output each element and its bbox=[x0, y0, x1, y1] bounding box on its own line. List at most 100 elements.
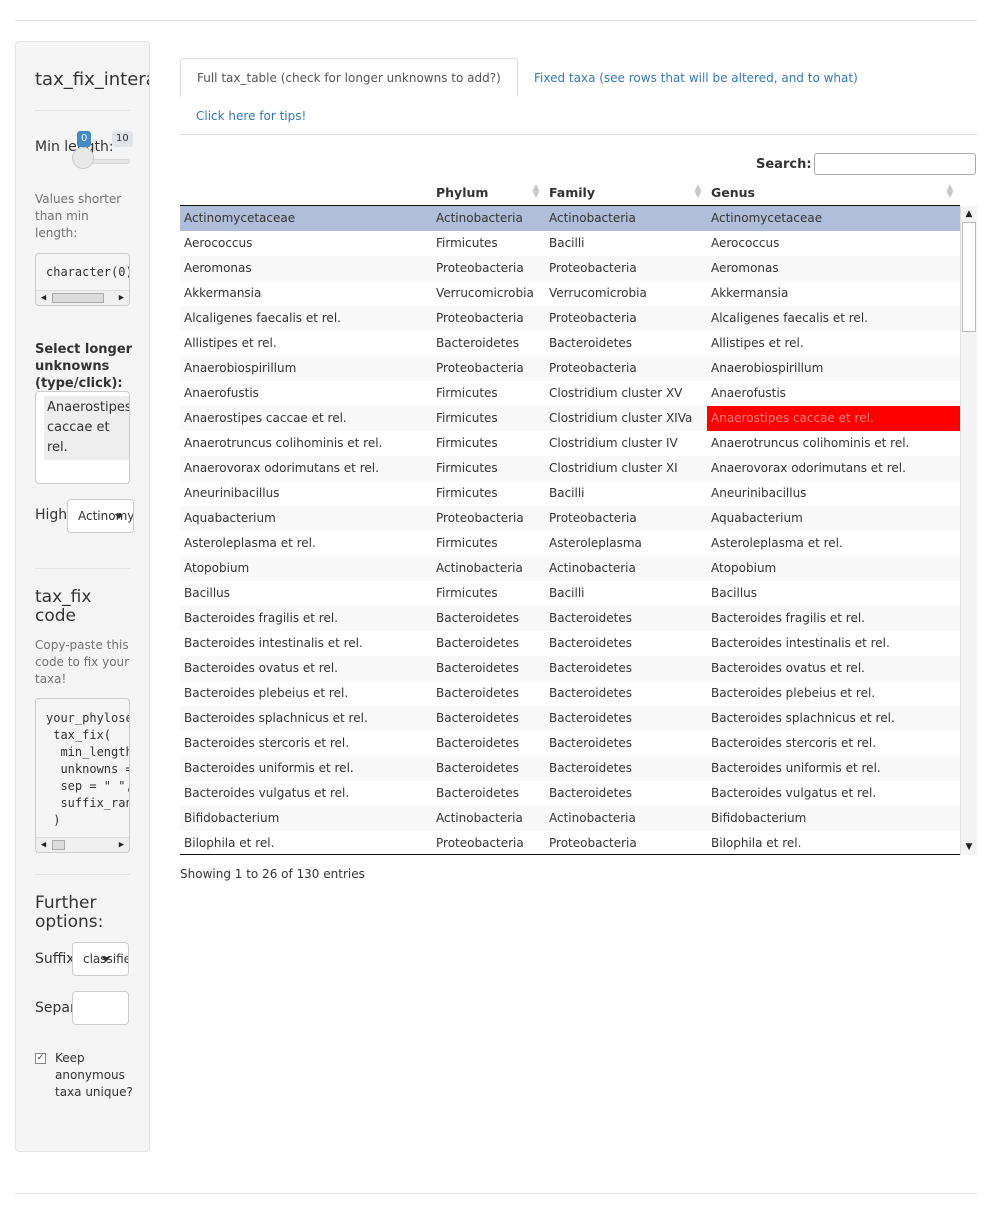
scroll-down-icon[interactable]: ▼ bbox=[961, 839, 977, 855]
scroll-right-icon[interactable]: ▶ bbox=[114, 838, 129, 852]
scroll-left-icon[interactable]: ◀ bbox=[36, 838, 51, 852]
table-row[interactable]: Allistipes et rel. Bacteroidetes Bacteroid… bbox=[180, 331, 960, 356]
code-line: ) bbox=[46, 813, 61, 827]
scroll-right-icon[interactable]: ▶ bbox=[114, 291, 129, 305]
cell-taxon: Bacteroides vulgatus et rel. bbox=[184, 786, 350, 800]
table-row[interactable]: Bacteroides uniformis et rel. Bacteroidet… bbox=[180, 756, 960, 781]
table-row[interactable]: Anaerofustis Firmicutes Clostridium cluste… bbox=[180, 381, 960, 406]
cell-phylum: Firmicutes bbox=[436, 411, 498, 425]
min-length-slider-handle[interactable] bbox=[72, 147, 94, 169]
cell-phylum: Actinobacteria bbox=[436, 561, 523, 575]
cell-family: Clostridium cluster XV bbox=[549, 386, 683, 400]
slider-max-badge: 10 bbox=[112, 131, 133, 147]
tab-tips[interactable]: Click here for tips! bbox=[196, 108, 306, 124]
cell-taxon: Anaerobiospirillum bbox=[184, 361, 297, 375]
cell-phylum: Bacteroidetes bbox=[436, 686, 519, 700]
suffix-rank-select[interactable]: classified bbox=[72, 942, 129, 976]
cell-taxon: Asteroleplasma et rel. bbox=[184, 536, 316, 550]
cell-taxon: Aneurinibacillus bbox=[184, 486, 280, 500]
cell-taxon: Anaerotruncus colihominis et rel. bbox=[184, 436, 383, 450]
table-row[interactable]: Anaerotruncus colihominis et rel. Firmicu… bbox=[180, 431, 960, 456]
tab-divider bbox=[180, 134, 977, 135]
table-row[interactable]: Bacteroides vulgatus et rel. Bacteroidete… bbox=[180, 781, 960, 806]
further-options-heading: Further options: bbox=[35, 893, 104, 932]
table-row[interactable]: Bacillus Firmicutes Bacilli Bacillus bbox=[180, 581, 960, 606]
unknowns-multiselect[interactable]: Anaerostipes caccae et rel. bbox=[35, 391, 130, 484]
selected-unknown-item[interactable]: Anaerostipes caccae et rel. bbox=[44, 396, 129, 460]
sort-icon[interactable]: ▲ ▼ bbox=[946, 184, 954, 200]
scroll-left-icon[interactable]: ◀ bbox=[36, 291, 51, 305]
table-row[interactable]: Bilophila et rel. Proteobacteria Proteobac… bbox=[180, 831, 960, 854]
table-row[interactable]: Aerococcus Firmicutes Bacilli Aerococcus bbox=[180, 231, 960, 256]
table-row[interactable]: Aquabacterium Proteobacteria Proteobacteri… bbox=[180, 506, 960, 531]
table-scrollbar[interactable]: ▲ ▼ bbox=[960, 206, 977, 855]
keep-unique-checkbox[interactable]: ✓ bbox=[35, 1053, 46, 1064]
table-row[interactable]: Bifidobacterium Actinobacteria Actinobacte… bbox=[180, 806, 960, 831]
cell-family: Asteroleplasma bbox=[549, 536, 642, 550]
scrollbar-thumb[interactable] bbox=[52, 293, 104, 303]
code-scrollbar[interactable]: ◀ ▶ bbox=[36, 837, 129, 852]
code-line: your_phyloseq %>% bbox=[46, 711, 129, 725]
table-row[interactable]: Akkermansia Verrucomicrobia Verrucomicrobi… bbox=[180, 281, 960, 306]
cell-family: Proteobacteria bbox=[549, 361, 637, 375]
cell-taxon: Bacteroides fragilis et rel. bbox=[184, 611, 338, 625]
table-row[interactable]: Bacteroides stercoris et rel. Bacteroidet… bbox=[180, 731, 960, 756]
keep-unique-label: Keep anonymous taxa unique? bbox=[55, 1051, 133, 1099]
table-row[interactable]: Asteroleplasma et rel. Firmicutes Asterole… bbox=[180, 531, 960, 556]
table-body: Actinomycetaceae Actinobacteria Actinobact… bbox=[180, 206, 960, 855]
table-row[interactable]: Anaerovorax odorimutans et rel. Firmicute… bbox=[180, 456, 960, 481]
table-row[interactable]: Bacteroides intestinalis et rel. Bacteroi… bbox=[180, 631, 960, 656]
search-input[interactable] bbox=[814, 153, 976, 175]
table-row[interactable]: Anaerostipes caccae et rel. Firmicutes Clo… bbox=[180, 406, 960, 431]
code-line: tax_fix( bbox=[46, 728, 112, 742]
table-row[interactable]: Aeromonas Proteobacteria Proteobacteria Aer… bbox=[180, 256, 960, 281]
bottom-divider bbox=[15, 1193, 977, 1194]
cell-taxon: Atopobium bbox=[184, 561, 250, 575]
cell-taxon: Bacteroides splachnicus et rel. bbox=[184, 711, 368, 725]
scroll-up-icon[interactable]: ▲ bbox=[961, 206, 977, 222]
cell-genus: Anaerofustis bbox=[711, 386, 786, 400]
tab-full-tax-table[interactable]: Full tax_table (check for longer unknown… bbox=[180, 58, 518, 97]
cell-phylum: Firmicutes bbox=[436, 586, 498, 600]
code-heading: tax_fix code bbox=[35, 587, 92, 626]
scrollbar-thumb[interactable] bbox=[52, 840, 65, 850]
cell-genus: Bacteroides fragilis et rel. bbox=[711, 611, 865, 625]
cell-phylum: Proteobacteria bbox=[436, 261, 524, 275]
table-row[interactable]: Atopobium Actinobacteria Actinobacteria Ato… bbox=[180, 556, 960, 581]
table-row[interactable]: Bacteroides splachnicus et rel. Bacteroid… bbox=[180, 706, 960, 731]
cell-phylum: Firmicutes bbox=[436, 536, 498, 550]
code-line: min_length = 0, bbox=[60, 745, 130, 759]
shorter-values-help: Values shorter than min length: bbox=[35, 192, 122, 240]
sidebar-divider bbox=[35, 568, 130, 569]
cell-family: Proteobacteria bbox=[549, 836, 637, 850]
table-row[interactable]: Aneurinibacillus Firmicutes Bacilli Aneurin… bbox=[180, 481, 960, 506]
table-row[interactable]: Bacteroides fragilis et rel. Bacteroidete… bbox=[180, 606, 960, 631]
cell-genus: Aeromonas bbox=[711, 261, 779, 275]
table-header: Phylum ▲ ▼ Family ▲ ▼ Genus ▲ ▼ bbox=[180, 180, 960, 206]
column-header-genus[interactable]: Genus bbox=[711, 185, 755, 200]
table-row[interactable]: Alcaligenes faecalis et rel. Proteobacter… bbox=[180, 306, 960, 331]
tab-fixed-taxa[interactable]: Fixed taxa (see rows that will be altere… bbox=[534, 70, 858, 86]
table-row[interactable]: Bacteroides plebeius et rel. Bacteroidete… bbox=[180, 681, 960, 706]
table-row[interactable]: Bacteroides ovatus et rel. Bacteroidetes B… bbox=[180, 656, 960, 681]
cell-family: Clostridium cluster IV bbox=[549, 436, 678, 450]
cell-genus: Anaerotruncus colihominis et rel. bbox=[711, 436, 910, 450]
cell-family: Bacteroidetes bbox=[549, 761, 632, 775]
highlight-select[interactable]: Actinomycetaceae bbox=[67, 499, 134, 533]
cell-family: Bacteroidetes bbox=[549, 686, 632, 700]
scrollbar-thumb[interactable] bbox=[962, 222, 976, 332]
column-header-phylum[interactable]: Phylum bbox=[436, 185, 488, 200]
table-row[interactable]: Actinomycetaceae Actinobacteria Actinobact… bbox=[180, 206, 960, 231]
table-row[interactable]: Anaerobiospirillum Proteobacteria Proteoba… bbox=[180, 356, 960, 381]
cell-genus: Bacteroides vulgatus et rel. bbox=[711, 786, 877, 800]
column-header-family[interactable]: Family bbox=[549, 185, 595, 200]
sort-icon[interactable]: ▲ ▼ bbox=[694, 184, 702, 200]
cell-phylum: Bacteroidetes bbox=[436, 661, 519, 675]
sidebar-divider bbox=[35, 110, 130, 111]
sort-icon[interactable]: ▲ ▼ bbox=[532, 184, 540, 200]
separator-input[interactable] bbox=[72, 991, 129, 1025]
shorter-values-scrollbar[interactable]: ◀ ▶ bbox=[36, 290, 129, 305]
cell-taxon: Anaerostipes caccae et rel. bbox=[184, 411, 347, 425]
sidebar-panel: tax_fix_interactive Min length: 0 10 Val… bbox=[15, 41, 150, 1152]
cell-family: Clostridium cluster XIVa bbox=[549, 411, 693, 425]
